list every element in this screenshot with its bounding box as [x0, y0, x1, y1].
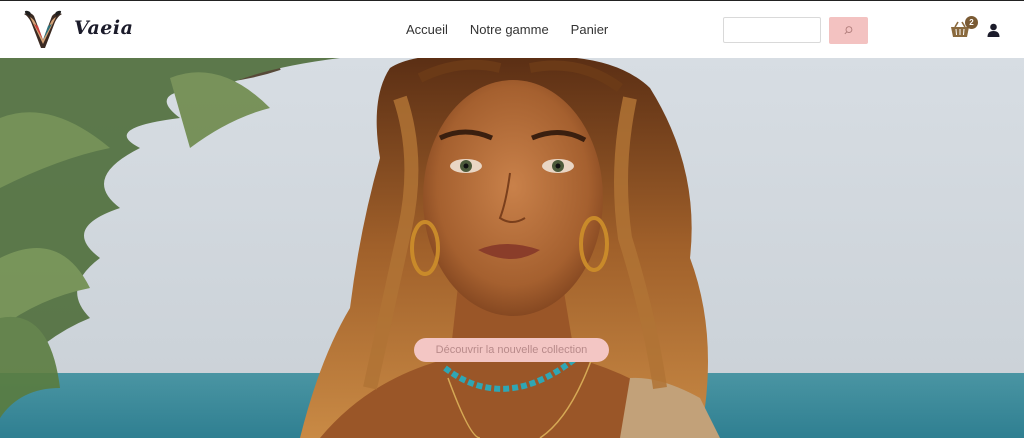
search-icon — [844, 26, 853, 35]
cart-count-badge: 2 — [965, 16, 978, 29]
hero-image — [0, 58, 1024, 438]
user-icon[interactable] — [987, 23, 1000, 37]
search-button[interactable] — [829, 17, 868, 44]
main-nav: Accueil Notre gamme Panier — [406, 22, 608, 37]
brand-name[interactable]: Vaeia — [74, 17, 133, 39]
discover-collection-button[interactable]: Découvrir la nouvelle collection — [414, 338, 609, 362]
hero-banner: Découvrir la nouvelle collection — [0, 58, 1024, 438]
site-header: Vaeia Accueil Notre gamme Panier 2 — [0, 0, 1024, 58]
nav-item-notre-gamme[interactable]: Notre gamme — [470, 22, 549, 37]
nav-item-accueil[interactable]: Accueil — [406, 22, 448, 37]
v-letter-logo-icon[interactable] — [22, 10, 64, 50]
page: Vaeia Accueil Notre gamme Panier 2 Décou… — [0, 0, 1024, 438]
search-input[interactable] — [723, 17, 821, 43]
nav-item-panier[interactable]: Panier — [571, 22, 609, 37]
